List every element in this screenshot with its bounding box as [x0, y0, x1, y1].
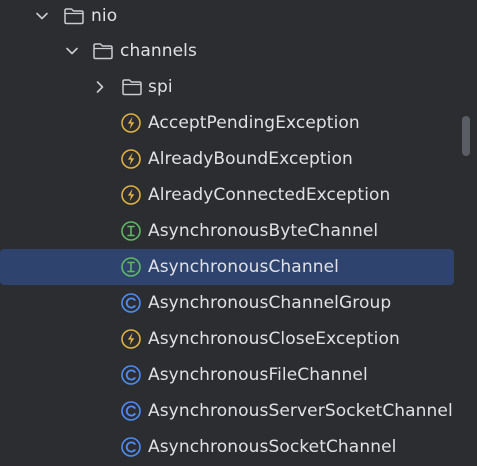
exception-class-icon	[121, 149, 141, 169]
tree-item-asynchronousfilechannel[interactable]: AsynchronousFileChannel	[0, 357, 458, 393]
tree-item-label: nio	[91, 6, 118, 26]
tree-item-label: AlreadyBoundException	[148, 149, 353, 169]
tree-item-label: AsynchronousServerSocketChannel	[148, 401, 453, 421]
chevron-right-icon[interactable]	[93, 80, 107, 94]
tree-item-asynchronouschannelgroup[interactable]: AsynchronousChannelGroup	[0, 285, 458, 321]
exception-class-icon	[121, 329, 141, 349]
class-icon	[121, 365, 141, 385]
tree-item-label: AsynchronousChannelGroup	[148, 293, 392, 313]
exception-class-icon	[121, 185, 141, 205]
chevron-down-icon[interactable]	[35, 9, 49, 23]
class-icon	[121, 401, 141, 421]
chevron-down-icon[interactable]	[65, 44, 79, 58]
tree-item-label: AsynchronousByteChannel	[148, 221, 379, 241]
tree-item-asynchronouscloseexception[interactable]: AsynchronousCloseException	[0, 321, 458, 357]
exception-class-icon	[121, 113, 141, 133]
tree-item-label: AsynchronousChannel	[148, 257, 339, 277]
tree-item-acceptpendingexception[interactable]: AcceptPendingException	[0, 105, 458, 141]
tree-item-asynchronousbytechannel[interactable]: AsynchronousByteChannel	[0, 213, 458, 249]
tree-item-asynchronoussocketchannel[interactable]: AsynchronousSocketChannel	[0, 429, 458, 465]
tree-item-asynchronouschannel[interactable]: AsynchronousChannel	[0, 249, 454, 285]
tree-item-nio[interactable]: nio	[0, 0, 458, 34]
tree-item-spi[interactable]: spi	[0, 69, 458, 105]
tree-item-channels[interactable]: channels	[0, 33, 458, 69]
folder-icon	[93, 43, 113, 60]
class-icon	[121, 293, 141, 313]
tree-item-label: AcceptPendingException	[148, 113, 360, 133]
tree-item-alreadyboundexception[interactable]: AlreadyBoundException	[0, 141, 458, 177]
tree-item-label: AsynchronousCloseException	[148, 329, 400, 349]
tree-item-label: spi	[148, 77, 173, 97]
tree-item-label: AsynchronousFileChannel	[148, 365, 368, 385]
tree-item-label: AsynchronousSocketChannel	[148, 437, 397, 457]
tree-item-label: channels	[120, 41, 197, 61]
tree-item-alreadyconnectedexception[interactable]: AlreadyConnectedException	[0, 177, 458, 213]
folder-icon	[122, 79, 142, 96]
folder-icon	[64, 8, 84, 25]
interface-icon	[121, 221, 141, 241]
tree-item-label: AlreadyConnectedException	[148, 185, 391, 205]
interface-icon	[121, 257, 141, 277]
vertical-scrollbar-thumb[interactable]	[462, 116, 470, 156]
class-icon	[121, 437, 141, 457]
tree-item-asynchronousserversocketchannel[interactable]: AsynchronousServerSocketChannel	[0, 393, 458, 429]
project-tree: nio channels spi AcceptPendingException	[0, 0, 477, 466]
